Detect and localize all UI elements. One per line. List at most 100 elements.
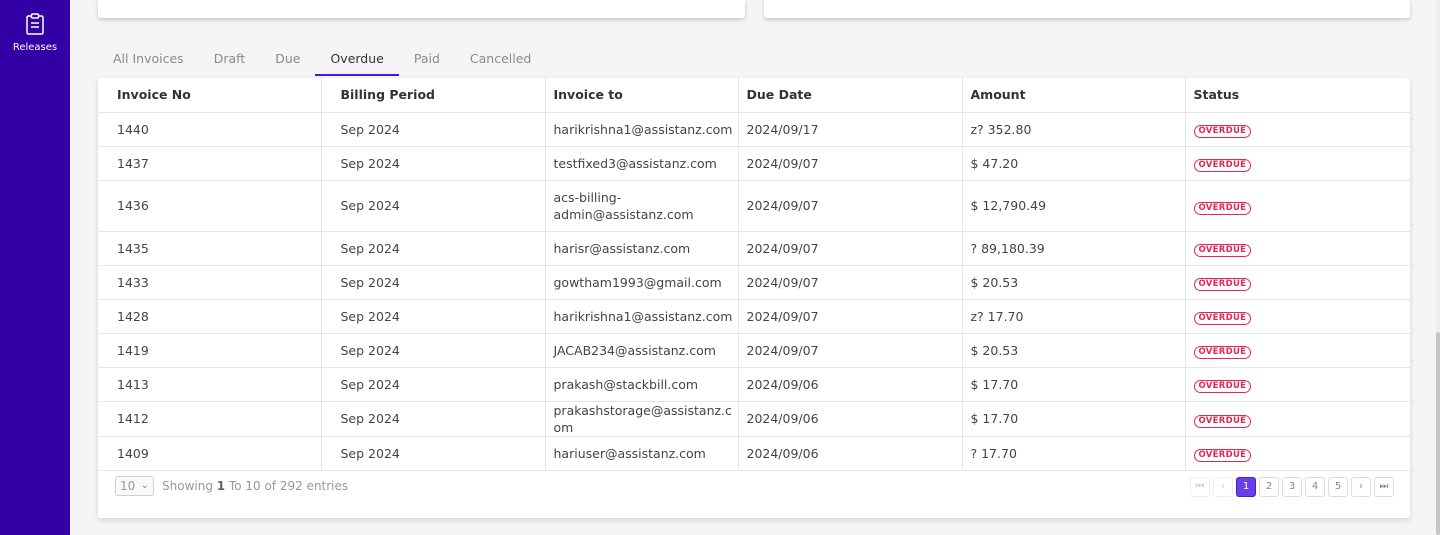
- cell-billing-period: Sep 2024: [321, 367, 546, 402]
- showing-prefix: Showing: [162, 479, 217, 493]
- table-header-row: Invoice No Billing Period Invoice to Due…: [98, 78, 1410, 113]
- cell-status: OVERDUE: [1185, 299, 1410, 334]
- status-badge: OVERDUE: [1193, 244, 1252, 257]
- summary-card-right: [764, 0, 1410, 18]
- cell-amount: z? 17.70: [962, 299, 1186, 334]
- last-page-button[interactable]: ⏭: [1374, 477, 1394, 497]
- invoice-table-card: Invoice No Billing Period Invoice to Due…: [98, 78, 1410, 518]
- column-header-status[interactable]: Status: [1185, 78, 1410, 113]
- cell-due-date: 2024/09/06: [738, 367, 963, 402]
- cell-invoice-to: testfixed3@assistanz.com: [545, 146, 739, 181]
- table-row[interactable]: 1437 Sep 2024 testfixed3@assistanz.com 2024…: [98, 146, 1410, 181]
- cell-status: OVERDUE: [1185, 265, 1410, 300]
- table-row[interactable]: 1428 Sep 2024 harikrishna1@assistanz.com 20…: [98, 299, 1410, 334]
- cell-invoice-to: harikrishna1@assistanz.com: [545, 299, 739, 334]
- cell-due-date: 2024/09/07: [738, 180, 963, 232]
- table-row[interactable]: 1440 Sep 2024 harikrishna1@assistanz.com 20…: [98, 112, 1410, 147]
- cell-invoice-no: 1440: [98, 112, 322, 147]
- cell-billing-period: Sep 2024: [321, 436, 546, 471]
- status-badge: OVERDUE: [1193, 159, 1252, 172]
- sidebar-item-label: Releases: [12, 42, 58, 53]
- table-row[interactable]: 1436 Sep 2024 acs-billing-admin@assistanz.…: [98, 180, 1410, 232]
- tab-cancelled[interactable]: Cancelled: [455, 44, 546, 76]
- tab-all-invoices[interactable]: All Invoices: [98, 44, 199, 76]
- cell-invoice-to: harikrishna1@assistanz.com: [545, 112, 739, 147]
- cell-due-date: 2024/09/07: [738, 333, 963, 368]
- clipboard-icon: [26, 13, 44, 35]
- cell-invoice-to: prakashstorage@assistanz.com: [545, 401, 739, 437]
- table-row[interactable]: 1413 Sep 2024 prakash@stackbill.com 2024/09…: [98, 367, 1410, 402]
- tab-overdue[interactable]: Overdue: [315, 44, 399, 76]
- column-header-invoice-no[interactable]: Invoice No: [98, 78, 322, 113]
- page-button-5[interactable]: 5: [1328, 477, 1348, 497]
- tab-paid[interactable]: Paid: [399, 44, 455, 76]
- cell-invoice-no: 1433: [98, 265, 322, 300]
- cell-invoice-to: harisr@assistanz.com: [545, 231, 739, 266]
- cell-status: OVERDUE: [1185, 180, 1410, 232]
- cell-billing-period: Sep 2024: [321, 299, 546, 334]
- entries-summary: Showing 1 To 10 of 292 entries: [162, 479, 348, 493]
- cell-invoice-no: 1437: [98, 146, 322, 181]
- column-header-billing-period[interactable]: Billing Period: [321, 78, 546, 113]
- cell-amount: ? 89,180.39: [962, 231, 1186, 266]
- page-scrollbar[interactable]: [1436, 0, 1440, 535]
- cell-billing-period: Sep 2024: [321, 146, 546, 181]
- cell-due-date: 2024/09/17: [738, 112, 963, 147]
- cell-invoice-no: 1436: [98, 180, 322, 232]
- page-button-1[interactable]: 1: [1236, 477, 1256, 497]
- cell-billing-period: Sep 2024: [321, 231, 546, 266]
- prev-page-button[interactable]: ‹: [1213, 477, 1233, 497]
- column-header-invoice-to[interactable]: Invoice to: [545, 78, 739, 113]
- cell-status: OVERDUE: [1185, 146, 1410, 181]
- cell-billing-period: Sep 2024: [321, 333, 546, 368]
- chevron-down-icon: ⌄: [140, 480, 149, 491]
- showing-suffix: To 10 of 292 entries: [225, 479, 349, 493]
- sidebar: Releases: [0, 0, 70, 535]
- cell-amount: $ 20.53: [962, 265, 1186, 300]
- status-badge: OVERDUE: [1193, 125, 1252, 138]
- table-row[interactable]: 1419 Sep 2024 JACAB234@assistanz.com 2024/0…: [98, 333, 1410, 368]
- invoice-tabs: All Invoices Draft Due Overdue Paid Canc…: [98, 44, 546, 77]
- cell-due-date: 2024/09/06: [738, 436, 963, 471]
- tab-due[interactable]: Due: [260, 44, 315, 76]
- cell-invoice-no: 1428: [98, 299, 322, 334]
- sidebar-item-releases[interactable]: Releases: [0, 12, 70, 53]
- next-page-button[interactable]: ›: [1351, 477, 1371, 497]
- first-page-button[interactable]: ⏮: [1190, 477, 1210, 497]
- page-button-2[interactable]: 2: [1259, 477, 1279, 497]
- column-header-due-date[interactable]: Due Date: [738, 78, 963, 113]
- status-badge: OVERDUE: [1193, 380, 1252, 393]
- cell-invoice-no: 1435: [98, 231, 322, 266]
- cell-status: OVERDUE: [1185, 401, 1410, 437]
- table-row[interactable]: 1433 Sep 2024 gowtham1993@gmail.com 2024/09…: [98, 265, 1410, 300]
- cell-due-date: 2024/09/06: [738, 401, 963, 437]
- status-badge: OVERDUE: [1193, 449, 1252, 462]
- status-badge: OVERDUE: [1193, 201, 1252, 215]
- table-footer: 10 ⌄ Showing 1 To 10 of 292 entries ⏮ ‹ …: [98, 466, 1410, 510]
- tab-draft[interactable]: Draft: [199, 44, 261, 76]
- cell-due-date: 2024/09/07: [738, 299, 963, 334]
- cell-invoice-to: hariuser@assistanz.com: [545, 436, 739, 471]
- scrollbar-thumb[interactable]: [1436, 332, 1440, 535]
- cell-amount: $ 47.20: [962, 146, 1186, 181]
- status-badge: OVERDUE: [1193, 312, 1252, 325]
- table-row[interactable]: 1435 Sep 2024 harisr@assistanz.com 2024/09/…: [98, 231, 1410, 266]
- cell-invoice-no: 1413: [98, 367, 322, 402]
- cell-invoice-to: JACAB234@assistanz.com: [545, 333, 739, 368]
- table-row[interactable]: 1409 Sep 2024 hariuser@assistanz.com 2024/0…: [98, 436, 1410, 471]
- page-size-value: 10: [120, 479, 136, 493]
- page-button-3[interactable]: 3: [1282, 477, 1302, 497]
- column-header-amount[interactable]: Amount: [962, 78, 1186, 113]
- table-row[interactable]: 1412 Sep 2024 prakashstorage@assistanz.com…: [98, 401, 1410, 437]
- cell-status: OVERDUE: [1185, 231, 1410, 266]
- cell-due-date: 2024/09/07: [738, 146, 963, 181]
- cell-invoice-to: acs-billing-admin@assistanz.com: [545, 180, 739, 232]
- cell-amount: $ 17.70: [962, 367, 1186, 402]
- status-badge: OVERDUE: [1193, 278, 1252, 291]
- cell-billing-period: Sep 2024: [321, 401, 546, 437]
- page-button-4[interactable]: 4: [1305, 477, 1325, 497]
- cell-due-date: 2024/09/07: [738, 265, 963, 300]
- cell-billing-period: Sep 2024: [321, 112, 546, 147]
- page-size-select[interactable]: 10 ⌄: [115, 476, 154, 496]
- cell-invoice-to: prakash@stackbill.com: [545, 367, 739, 402]
